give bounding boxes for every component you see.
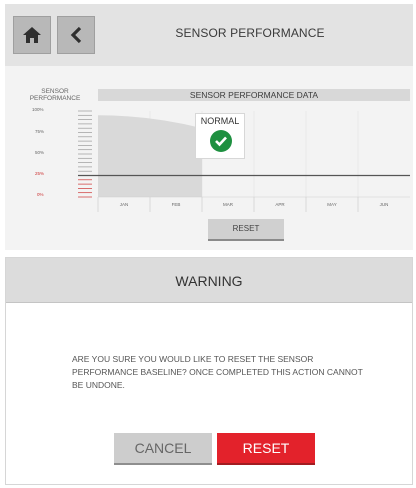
dialog-message: ARE YOU SURE YOU WOULD LIKE TO RESET THE… [72,354,363,390]
x-tick-label: MAY [327,202,337,207]
x-tick-label: APR [275,202,285,207]
sensor-performance-panel: SENSOR PERFORMANCE SENSOR PERFORMANCE 10… [5,4,413,250]
home-button[interactable] [13,16,51,54]
x-tick-label: JUN [379,202,389,207]
page-title: SENSOR PERFORMANCE [175,26,325,40]
home-icon [23,27,41,43]
top-header: SENSOR PERFORMANCE [5,4,413,66]
status-callout: NORMAL [195,113,245,159]
performance-area [98,115,202,197]
check-circle-icon [210,130,232,152]
status-label: NORMAL [200,116,240,126]
chevron-left-icon [70,26,82,44]
dialog-title: WARNING [175,273,243,289]
reset-baseline-button[interactable]: RESET [208,219,284,241]
warning-dialog: WARNING ARE YOU SURE YOU WOULD LIKE TO R… [5,257,413,485]
cancel-button[interactable]: CANCEL [114,433,212,465]
dialog-header: WARNING [6,258,412,303]
reset-button[interactable]: RESET [217,433,315,465]
x-tick-label: MAR [223,202,233,207]
x-tick-label: JAN [119,202,129,207]
sensor-chart: SENSOR PERFORMANCE 100% 75% 50% 25% 0% S… [5,80,413,250]
x-tick-label: FEB [171,202,181,207]
back-button[interactable] [57,16,95,54]
